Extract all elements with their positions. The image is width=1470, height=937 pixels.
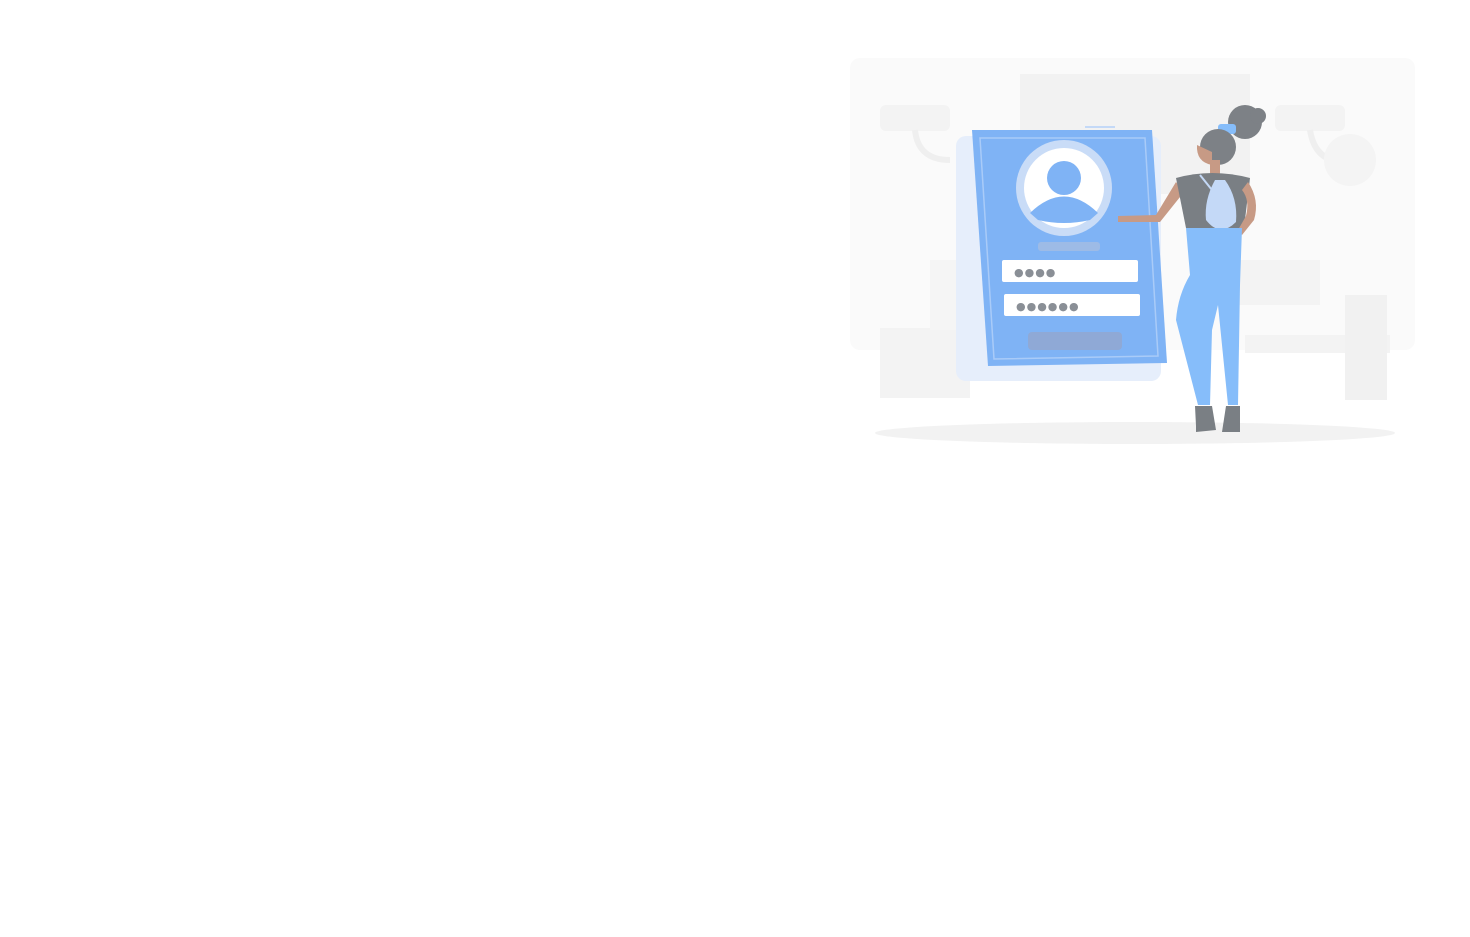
login-illustration-svg: ●●●● ●●●●●● (850, 58, 1415, 444)
avatar-head (1047, 161, 1081, 195)
page: ●●●● ●●●●●● (0, 0, 1470, 937)
chair (1345, 295, 1387, 400)
shoe-left (1195, 406, 1216, 432)
title-placeholder (1038, 242, 1100, 251)
floor-shadow (875, 422, 1395, 444)
lamp-right-shade (1324, 134, 1376, 186)
neck (1210, 160, 1220, 174)
phone: ●●●● ●●●●●● (972, 126, 1167, 366)
password-mask: ●●●●●● (1016, 300, 1080, 313)
login-button-shape (1028, 332, 1122, 350)
username-mask: ●●●● (1014, 266, 1056, 279)
lamp-right (1275, 105, 1345, 131)
hair-bun-top (1250, 108, 1266, 124)
shelf-box (1235, 260, 1320, 305)
lamp-left (880, 105, 950, 131)
shoe-right (1222, 406, 1240, 432)
login-illustration: ●●●● ●●●●●● (840, 50, 1420, 450)
